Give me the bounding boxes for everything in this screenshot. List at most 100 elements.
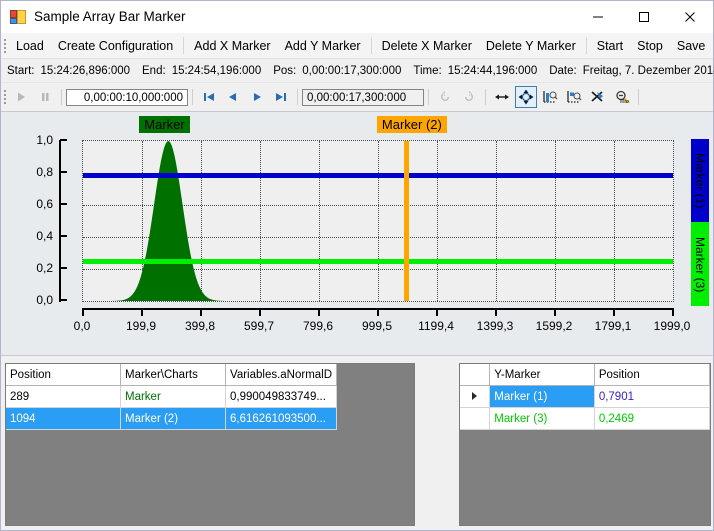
toolbar-separator: [638, 89, 639, 105]
column-header-y-marker[interactable]: Y-Marker: [489, 364, 595, 386]
pan-horizontal-icon[interactable]: [491, 86, 513, 108]
cell-position[interactable]: 289: [6, 385, 121, 408]
y-marker-grid[interactable]: Y-Marker Position Marker (1) 0,7901 Marker…: [459, 363, 711, 526]
row-header-cell[interactable]: [460, 385, 491, 408]
y-marker-label-marker-3[interactable]: Marker (3): [691, 222, 709, 307]
skip-to-start-icon[interactable]: [198, 86, 220, 108]
pause-icon[interactable]: [34, 86, 56, 108]
menu-grip-icon[interactable]: [1, 33, 9, 58]
y-marker-line-1[interactable]: [83, 172, 673, 178]
pan-all-icon[interactable]: [515, 86, 537, 108]
y-axis-tick-mark: [60, 171, 67, 173]
toolbar-separator: [61, 89, 62, 105]
scale-x-axis-icon[interactable]: [563, 86, 585, 108]
minimize-icon[interactable]: [575, 1, 621, 32]
y-axis-tick-mark: [60, 139, 67, 141]
toolbar-grip-icon[interactable]: [1, 86, 9, 108]
x-axis-tick-label: 1399,3: [476, 319, 514, 333]
menu-item-add-x-marker[interactable]: Add X Marker: [187, 36, 277, 56]
cell-marker-name[interactable]: Marker (1): [489, 385, 595, 408]
main-window: Sample Array Bar Marker Load Create Conf…: [0, 0, 714, 531]
toolbar-separator: [192, 89, 193, 105]
table-row[interactable]: 289 Marker 0,990049833749...: [6, 385, 338, 408]
y-marker-label-marker-1[interactable]: Marker (1): [691, 138, 709, 223]
x-axis-tick-mark: [436, 308, 438, 316]
x-axis-tick-mark: [259, 308, 261, 316]
x-marker-label-marker[interactable]: Marker: [139, 116, 190, 133]
step-forward-icon[interactable]: [246, 86, 268, 108]
cell-marker-name[interactable]: Marker (2): [120, 407, 226, 430]
column-header-position[interactable]: Position: [6, 364, 121, 386]
column-header-rowselect[interactable]: [460, 364, 491, 386]
status-start-label: Start:: [7, 64, 35, 77]
menu-item-load[interactable]: Load: [9, 36, 51, 56]
chart-panel: Marker Marker (2) 0,0 0,2 0,4 0,6 0,8 1,0 0,0…: [1, 112, 713, 355]
cell-position[interactable]: 0,7901: [594, 385, 710, 408]
status-strip: Start: 15:24:26,896:000 End: 15:24:54,19…: [1, 59, 714, 83]
table-row[interactable]: Marker (3) 0,2469: [460, 407, 710, 430]
x-axis-tick-label: 1199,4: [418, 319, 454, 333]
status-start-value: 15:24:26,896:000: [40, 64, 131, 77]
status-date-label: Date:: [549, 64, 577, 77]
column-header-position[interactable]: Position: [594, 364, 710, 386]
menu-separator: [183, 37, 185, 54]
menu-item-start[interactable]: Start: [590, 36, 630, 56]
play-icon[interactable]: [10, 86, 32, 108]
x-axis-tick-label: 199,9: [125, 319, 157, 333]
column-header-marker-charts[interactable]: Marker\Charts: [120, 364, 226, 386]
status-end: End: 15:24:54,196:000: [136, 65, 267, 77]
menu-item-save[interactable]: Save: [670, 36, 713, 56]
x-axis-tick-label: 0,0: [73, 319, 91, 333]
zoom-max-icon[interactable]: Max: [611, 86, 633, 108]
column-header-variables[interactable]: Variables.aNormalD: [225, 364, 338, 386]
toolbar-separator: [297, 89, 298, 105]
menu-separator: [370, 37, 372, 54]
row-caret-icon: [472, 391, 478, 400]
x-axis-tick-label: 1599,2: [535, 319, 573, 333]
x-axis-tick-mark: [141, 308, 143, 316]
x-marker-line-2[interactable]: [403, 141, 409, 301]
y-axis-tick-label: 0,0: [36, 293, 53, 307]
panel-splitter[interactable]: [421, 363, 451, 526]
x-marker-grid[interactable]: Position Marker\Charts Variables.aNormal…: [5, 363, 415, 526]
duration-input[interactable]: 0,00:00:10,000:000: [66, 88, 188, 106]
x-axis-tick-label: 399,8: [184, 319, 216, 333]
menu-item-delete-y-marker[interactable]: Delete Y Marker: [479, 36, 583, 56]
maximize-icon[interactable]: [621, 1, 667, 32]
close-icon[interactable]: [667, 1, 713, 32]
x-axis-tick-label: 1799,1: [594, 319, 632, 333]
cell-value[interactable]: 6,616261093500...: [225, 407, 338, 430]
skip-to-end-icon[interactable]: [270, 86, 292, 108]
menu-item-stop[interactable]: Stop: [630, 36, 670, 56]
clear-markers-icon[interactable]: [587, 86, 609, 108]
table-row[interactable]: 1094 Marker (2) 6,616261093500...: [6, 407, 338, 430]
row-header-cell[interactable]: [460, 407, 491, 430]
rotate-right-icon[interactable]: [458, 86, 480, 108]
status-pos-label: Pos:: [273, 64, 297, 77]
table-row[interactable]: Marker (1) 0,7901: [460, 385, 710, 408]
position-input[interactable]: 0,00:00:17,300:000: [302, 88, 424, 106]
y-marker-line-2[interactable]: [83, 259, 673, 265]
menu-item-create-configuration[interactable]: Create Configuration: [51, 36, 180, 56]
step-back-icon[interactable]: [222, 86, 244, 108]
cell-position[interactable]: 1094: [6, 407, 121, 430]
y-axis-tick-label: 0,4: [36, 229, 53, 243]
cell-marker-name[interactable]: Marker: [120, 385, 226, 408]
menu-item-add-y-marker[interactable]: Add Y Marker: [278, 36, 368, 56]
rotate-left-icon[interactable]: [434, 86, 456, 108]
menu-item-delete-x-marker[interactable]: Delete X Marker: [375, 36, 479, 56]
x-axis-tick-mark: [554, 308, 556, 316]
plot-area[interactable]: [82, 140, 674, 302]
y-axis-line: [59, 140, 61, 302]
x-axis-tick-mark: [82, 308, 84, 316]
x-axis-tick-mark: [613, 308, 615, 316]
x-axis-tick-mark: [495, 308, 497, 316]
x-marker-label-marker-2[interactable]: Marker (2): [376, 116, 447, 133]
toolbar-separator: [428, 89, 429, 105]
cell-marker-name[interactable]: Marker (3): [489, 407, 595, 430]
scale-y-axis-icon[interactable]: [539, 86, 561, 108]
cell-position[interactable]: 0,2469: [594, 407, 710, 430]
table-header-row: Y-Marker Position: [460, 364, 710, 386]
window-title: Sample Array Bar Marker: [34, 9, 186, 24]
cell-value[interactable]: 0,990049833749...: [225, 385, 338, 408]
